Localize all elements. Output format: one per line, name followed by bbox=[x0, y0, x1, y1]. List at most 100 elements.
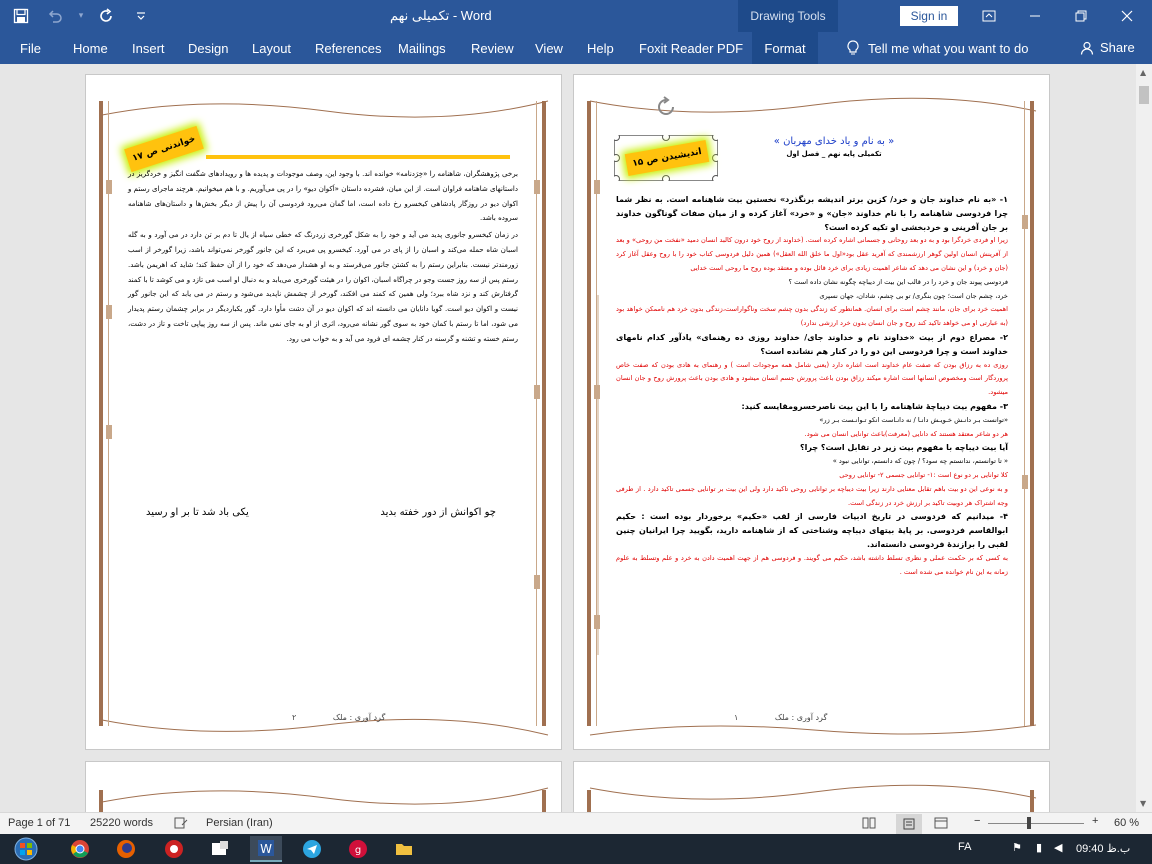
tab-format[interactable]: Format bbox=[752, 32, 818, 64]
paragraph: زیرا او فردی خردگرا بود و به دو بعد روحا… bbox=[616, 236, 1008, 272]
share-label: Share bbox=[1100, 40, 1135, 55]
share-button[interactable]: Share bbox=[1080, 40, 1135, 55]
tab-layout[interactable]: Layout bbox=[252, 41, 291, 56]
tab-review[interactable]: Review bbox=[471, 41, 514, 56]
paragraph: روزی ده به رزاق بودن که صفت عام خداوند ا… bbox=[616, 360, 1008, 397]
document-area[interactable]: خواندنی ص ۱۷ برخی پژوهشگران، شاهنامه را … bbox=[0, 64, 1136, 812]
web-layout-icon[interactable] bbox=[934, 817, 948, 832]
tab-mailings[interactable]: Mailings bbox=[398, 41, 446, 56]
windows-start-icon[interactable] bbox=[6, 836, 46, 862]
selected-text-box[interactable]: اندیشیدن ص ۱۵ bbox=[614, 135, 718, 181]
tab-file[interactable]: File bbox=[20, 41, 41, 56]
paragraph: هر دو شاعر معتقد هستند که دانایی (معرفت)… bbox=[804, 429, 1008, 438]
input-language[interactable]: FA bbox=[958, 841, 971, 853]
save-icon[interactable] bbox=[8, 3, 34, 29]
person-icon bbox=[1080, 41, 1094, 55]
footer-page-number: ۲ bbox=[292, 713, 297, 722]
vertical-scrollbar[interactable]: ▲ ▼ bbox=[1136, 64, 1152, 812]
footer-page-number: ۱ bbox=[734, 713, 739, 722]
paragraph: خرد، چشم جان است؛ چون بنگری/ تو بی چشم، … bbox=[819, 291, 1008, 300]
chevron-down-icon[interactable]: ▾ bbox=[76, 3, 86, 29]
paragraph: برخی پژوهشگران، شاهنامه را «خِرَدنامه» خ… bbox=[128, 170, 518, 223]
page-2[interactable]: خواندنی ص ۱۷ برخی پژوهشگران، شاهنامه را … bbox=[85, 74, 562, 750]
tab-design[interactable]: Design bbox=[188, 41, 228, 56]
tab-references[interactable]: References bbox=[315, 41, 381, 56]
media-app-icon[interactable] bbox=[204, 836, 236, 862]
read-mode-icon[interactable] bbox=[862, 817, 876, 832]
file-explorer-icon[interactable] bbox=[388, 836, 420, 862]
page-header: « به نام و یاد خدای مهربان » تکمیلی پایه… bbox=[734, 135, 934, 159]
network-icon[interactable]: ▮ bbox=[1036, 841, 1042, 854]
scroll-up-icon[interactable]: ▲ bbox=[1140, 68, 1146, 77]
quick-access-toolbar: ▾ bbox=[0, 0, 154, 32]
ribbon-display-options-icon[interactable] bbox=[966, 0, 1012, 32]
scroll-down-icon[interactable]: ▼ bbox=[1140, 799, 1146, 808]
customize-qat-icon[interactable] bbox=[128, 3, 154, 29]
paragraph: آیا بیت دیباچه با مفهوم بیت زیر در تقابل… bbox=[799, 443, 1008, 453]
scroll-thumb[interactable] bbox=[1139, 86, 1149, 104]
page-footer: گرد آوری : ملک ۲ bbox=[292, 713, 385, 722]
zoom-slider[interactable] bbox=[988, 817, 1084, 829]
word-count[interactable]: 25220 words bbox=[90, 817, 153, 829]
paragraph: در زمان کیخسرو جانوری پدید می آید و خود … bbox=[128, 231, 518, 343]
rotate-handle-icon[interactable] bbox=[654, 95, 678, 119]
title-bar: ▾ تکمیلی نهم - Word Drawing Tools Sign i… bbox=[0, 0, 1152, 32]
svg-text:W: W bbox=[260, 842, 272, 856]
clock[interactable]: ب.ظ 09:40 bbox=[1076, 842, 1130, 855]
chrome-icon[interactable] bbox=[64, 836, 96, 862]
language-indicator[interactable]: Persian (Iran) bbox=[206, 817, 273, 829]
page-3[interactable] bbox=[573, 761, 1050, 812]
poem-first-hemistich: چو اکوانش از دور خفته بدید bbox=[380, 507, 496, 518]
page-1[interactable]: اندیشیدن ص ۱۵ « به نام و یاد خدای مهربان… bbox=[573, 74, 1050, 750]
tell-me-box[interactable]: Tell me what you want to do bbox=[846, 40, 1028, 56]
telegram-icon[interactable] bbox=[296, 836, 328, 862]
app-icon[interactable] bbox=[158, 836, 190, 862]
tab-foxit-reader-pdf[interactable]: Foxit Reader PDF bbox=[639, 41, 743, 56]
paragraph: ۲- مصراع دوم از بیت «خداوند نام و خداوند… bbox=[616, 332, 1008, 356]
paragraph: ۱- «به نام خداوند جان و خرد/ کزین برتر ا… bbox=[616, 195, 1008, 232]
paragraph: ۳- مفهوم بیت دیباچۀ شاهنامه را با این بی… bbox=[741, 401, 1008, 411]
proofing-icon[interactable] bbox=[174, 817, 188, 832]
paragraph: اهمیت خرد برای جان، مانند چشم است برای ا… bbox=[616, 305, 1008, 328]
paragraph: ۴- میدانیم که فردوسی در تاریخ ادبیات فار… bbox=[616, 512, 1008, 549]
paragraph: به کسی که بر حکمت عملی و نظری تسلط داشته… bbox=[616, 553, 1008, 576]
tell-me-label: Tell me what you want to do bbox=[868, 40, 1029, 56]
paragraph: «توانست بـر دانـش خـویـش دانـا / نه دانـ… bbox=[819, 415, 1008, 424]
paragraph: فردوسی پیوند جان و خرد را در قالب این بی… bbox=[788, 277, 1008, 286]
poem-second-hemistich: یکی باد شد تا بر او رسید bbox=[146, 507, 249, 518]
paragraph: و به نوعی این دو بیت باهم تقابل معنایی د… bbox=[616, 484, 1008, 507]
app-icon-red[interactable]: g bbox=[342, 836, 374, 862]
zoom-slider-thumb[interactable] bbox=[1026, 817, 1031, 829]
tab-insert[interactable]: Insert bbox=[132, 41, 165, 56]
paragraph: کلا توانایی بر دو نوع است :۱- توانایی جس… bbox=[839, 470, 1008, 479]
tab-home[interactable]: Home bbox=[73, 41, 108, 56]
restore-icon[interactable] bbox=[1058, 0, 1104, 32]
tray-flag-icon[interactable]: ⚑ bbox=[1012, 841, 1022, 854]
drawing-tools-context-tab: Drawing Tools bbox=[738, 0, 838, 32]
zoom-in-icon[interactable]: + bbox=[1092, 815, 1098, 827]
page-border-frame bbox=[99, 787, 549, 812]
header-subtitle: تکمیلی پایه نهم _ فصل اول bbox=[786, 150, 882, 158]
close-icon[interactable] bbox=[1104, 0, 1150, 32]
page-footer: گرد آوری : ملک ۱ bbox=[734, 713, 827, 722]
zoom-level[interactable]: 60 % bbox=[1114, 817, 1139, 829]
tab-view[interactable]: View bbox=[535, 41, 563, 56]
redo-icon[interactable] bbox=[94, 3, 120, 29]
lightbulb-icon bbox=[847, 40, 859, 55]
undo-icon[interactable] bbox=[42, 3, 68, 29]
firefox-icon[interactable] bbox=[110, 836, 142, 862]
sign-in-button[interactable]: Sign in bbox=[900, 6, 958, 26]
page1-body: ۱- «به نام خداوند جان و خرد/ کزین برتر ا… bbox=[616, 193, 1008, 579]
page-4[interactable] bbox=[85, 761, 562, 812]
print-layout-icon[interactable] bbox=[896, 814, 922, 834]
zoom-out-icon[interactable]: − bbox=[974, 815, 980, 827]
minimize-icon[interactable] bbox=[1012, 0, 1058, 32]
tab-help[interactable]: Help bbox=[587, 41, 614, 56]
poem-verse: چو اکوانش از دور خفته بدید یکی باد شد تا… bbox=[146, 507, 496, 518]
page2-body: برخی پژوهشگران، شاهنامه را «خِرَدنامه» خ… bbox=[128, 167, 518, 347]
volume-icon[interactable]: ◀ bbox=[1054, 841, 1062, 854]
footer-author: گرد آوری : ملک bbox=[332, 713, 386, 722]
page-count[interactable]: Page 1 of 71 bbox=[8, 817, 70, 829]
paragraph: « تا توانستم، ندانستم چه سود؟ / چون که د… bbox=[832, 457, 1008, 466]
word-taskbar-icon[interactable]: W bbox=[250, 836, 282, 862]
